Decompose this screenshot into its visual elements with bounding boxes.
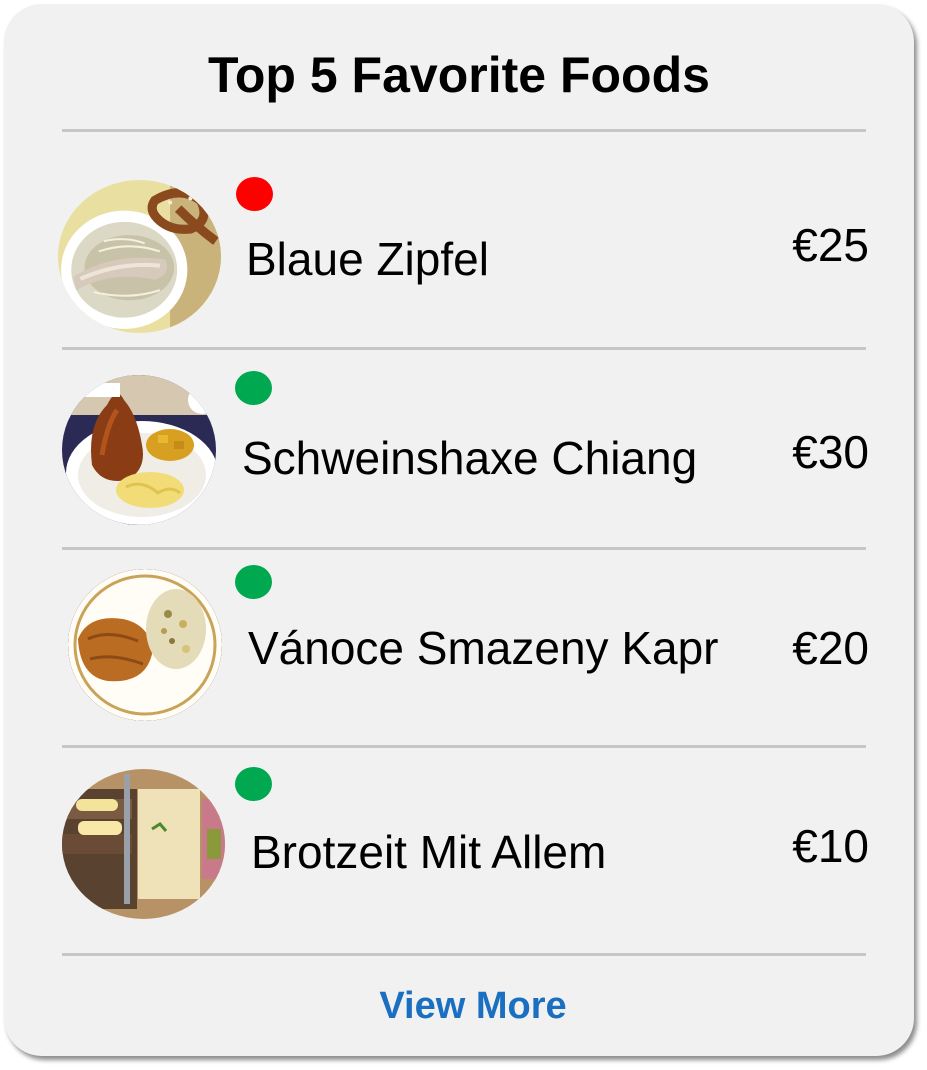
food-item-blaue-zipfel[interactable]: Blaue Zipfel €25 <box>0 177 927 380</box>
food-name: Brotzeit Mit Allem <box>251 826 607 878</box>
status-dot <box>236 177 273 211</box>
divider <box>62 547 866 550</box>
food-price: €30 <box>792 426 869 478</box>
status-dot <box>235 371 272 405</box>
fried-carp-plate-image <box>68 569 222 721</box>
divider <box>62 745 866 748</box>
food-price: €10 <box>792 820 869 872</box>
pork-knuckle-plate-image <box>62 375 216 525</box>
divider <box>62 129 866 132</box>
food-name: Vánoce Smazeny Kapr <box>248 622 719 674</box>
brotzeit-board-image <box>62 769 225 919</box>
divider <box>62 347 866 350</box>
view-more-link[interactable]: View More <box>0 982 927 1030</box>
food-name: Blaue Zipfel <box>246 233 489 285</box>
food-item-schweinshaxe-chiang[interactable]: Schweinshaxe Chiang €30 <box>0 371 927 575</box>
food-item-brotzeit-mit-allem[interactable]: Brotzeit Mit Allem €10 <box>0 767 927 969</box>
status-dot <box>235 767 272 801</box>
divider <box>62 953 866 956</box>
food-price: €25 <box>792 219 869 271</box>
card-title: Top 5 Favorite Foods <box>208 47 710 103</box>
status-dot <box>235 565 272 599</box>
food-item-vanoce-smazeny-kapr[interactable]: Vánoce Smazeny Kapr €20 <box>0 565 927 769</box>
food-price: €20 <box>792 622 869 674</box>
food-name: Schweinshaxe Chiang <box>242 432 698 484</box>
sausage-plate-image <box>58 180 221 333</box>
